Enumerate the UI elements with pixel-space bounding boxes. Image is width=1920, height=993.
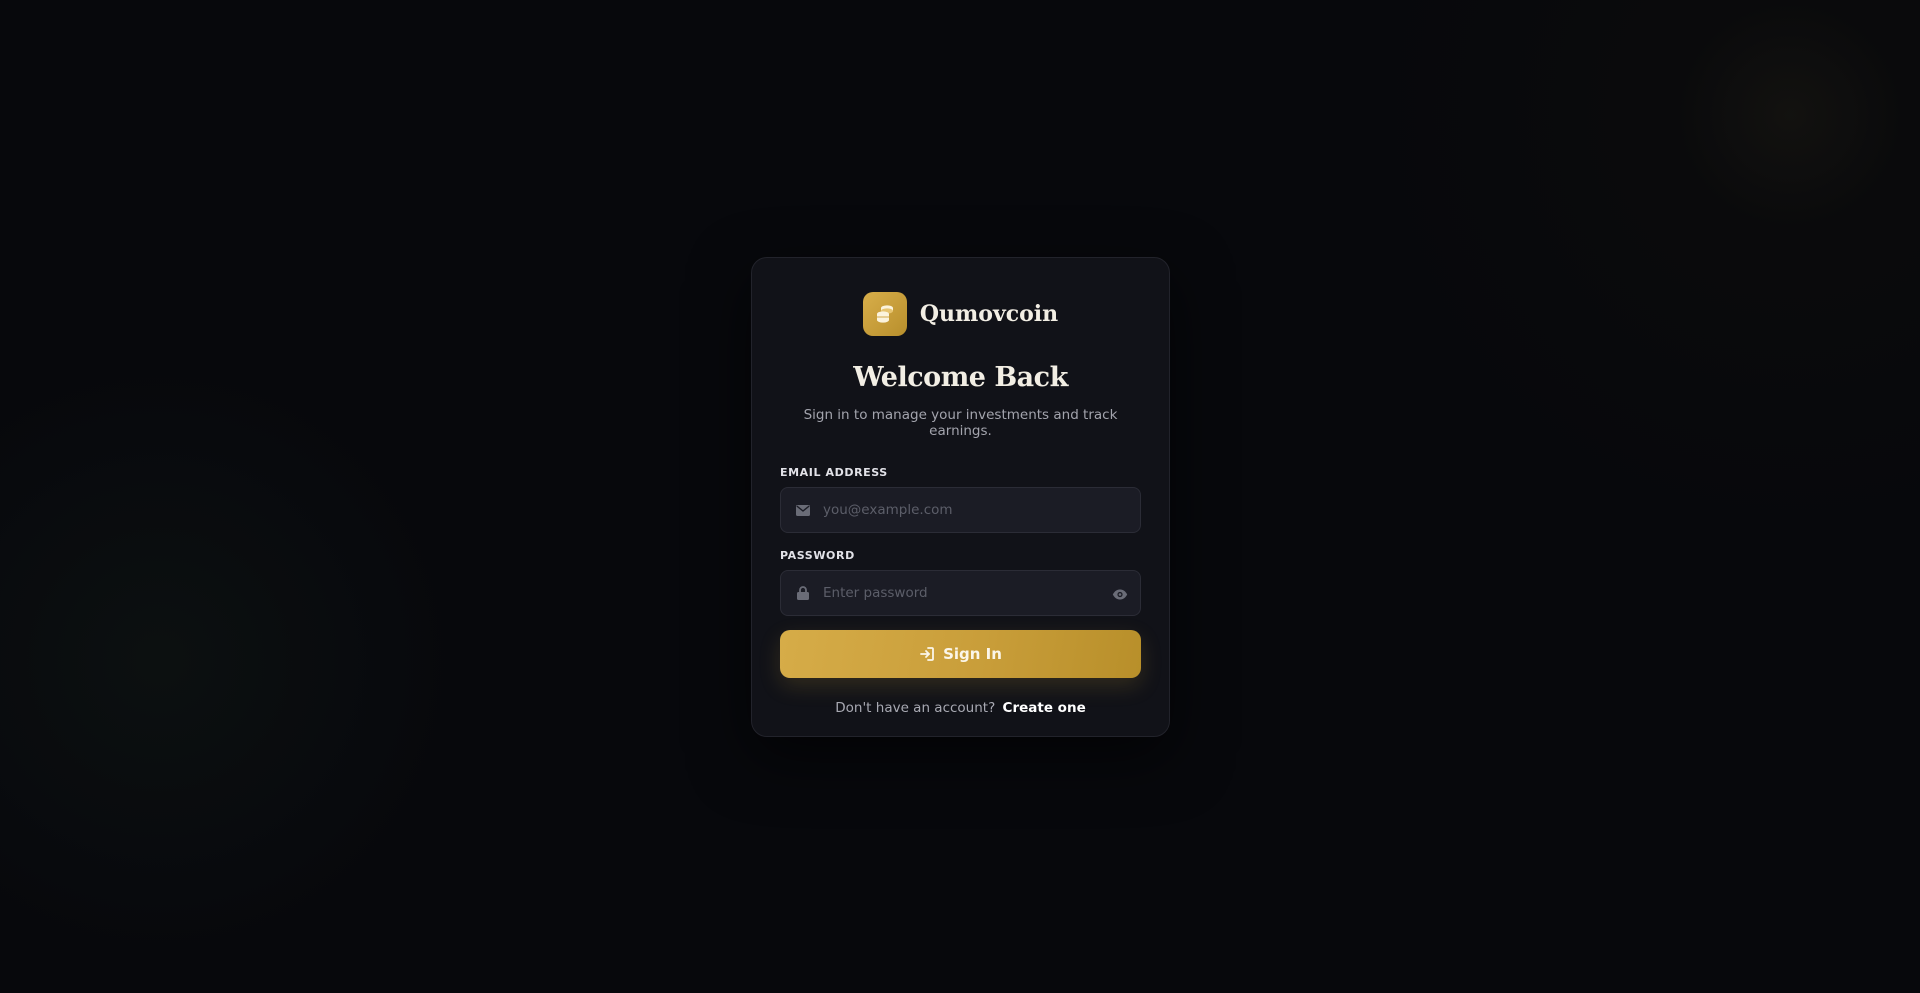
brand-name: Qumovcoin xyxy=(919,301,1059,327)
eye-icon[interactable] xyxy=(1110,584,1130,604)
sign-in-label: Sign In xyxy=(943,645,1002,663)
email-label: EMAIL ADDRESS xyxy=(780,466,888,479)
signup-prompt: Don't have an account? Create one xyxy=(780,700,1141,716)
envelope-icon xyxy=(795,502,811,518)
brand: Qumovcoin xyxy=(780,292,1141,336)
password-label: PASSWORD xyxy=(780,549,855,562)
lock-icon xyxy=(795,585,811,601)
email-field-wrapper xyxy=(780,487,1141,533)
page-subtitle: Sign in to manage your investments and t… xyxy=(803,407,1118,439)
sign-in-button[interactable]: Sign In xyxy=(780,630,1141,678)
create-account-link[interactable]: Create one xyxy=(1003,700,1086,716)
email-input[interactable] xyxy=(823,488,1100,532)
coins-stack-icon xyxy=(876,305,893,323)
password-field-wrapper xyxy=(780,570,1141,616)
logo xyxy=(862,292,907,336)
password-input[interactable] xyxy=(823,571,1100,615)
login-card: Qumovcoin Welcome Back Sign in to manage… xyxy=(751,257,1170,737)
signup-prompt-text: Don't have an account? xyxy=(835,700,996,716)
page-title: Welcome Back xyxy=(853,362,1068,393)
sign-in-icon xyxy=(920,647,934,661)
